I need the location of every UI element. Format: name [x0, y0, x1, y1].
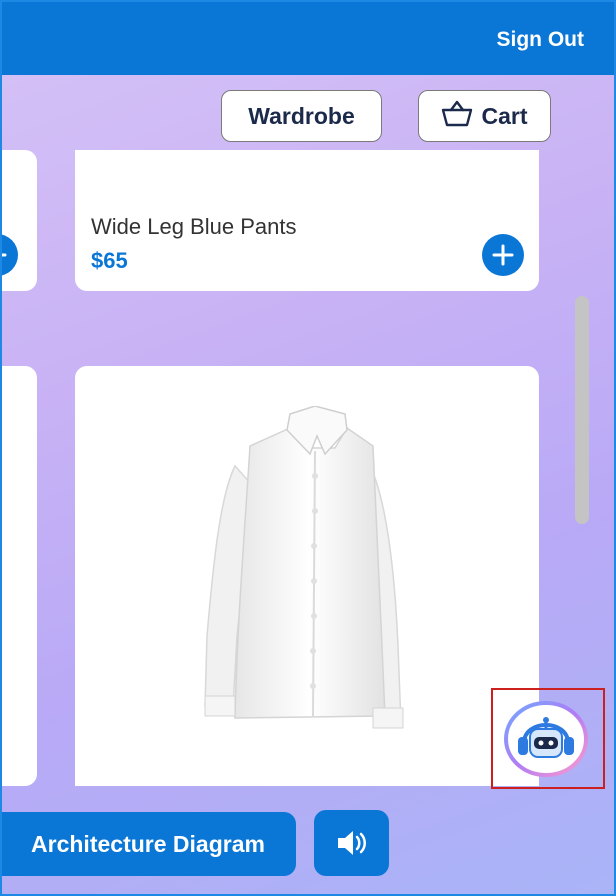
product-card[interactable]: Wide Leg Blue Pants $65 — [75, 150, 539, 291]
add-to-cart-button[interactable] — [0, 234, 18, 276]
robot-icon — [504, 701, 588, 777]
wardrobe-button[interactable]: Wardrobe — [221, 90, 382, 142]
architecture-diagram-button[interactable]: Architecture Diagram — [0, 812, 296, 876]
product-name: Wide Leg Blue Pants — [91, 214, 297, 239]
sign-out-button[interactable]: Sign Out — [497, 28, 585, 52]
top-navbar: Sign Out — [0, 0, 616, 75]
basket-icon — [441, 99, 473, 133]
product-price: $65 — [91, 248, 128, 273]
add-to-cart-button[interactable] — [482, 234, 524, 276]
cart-label: Cart — [481, 102, 528, 129]
cart-button[interactable]: Cart — [418, 90, 551, 142]
plus-icon — [492, 244, 514, 266]
scrollbar[interactable] — [575, 296, 589, 524]
sound-toggle-button[interactable] — [314, 810, 389, 876]
speaker-icon — [337, 831, 366, 855]
product-card[interactable] — [75, 366, 539, 786]
white-shirt-image — [204, 406, 404, 729]
product-card-partial — [0, 150, 37, 291]
assistant-chatbot-button[interactable] — [504, 701, 588, 777]
product-card-partial — [0, 366, 37, 786]
plus-icon — [0, 253, 7, 257]
wardrobe-label: Wardrobe — [248, 102, 355, 129]
